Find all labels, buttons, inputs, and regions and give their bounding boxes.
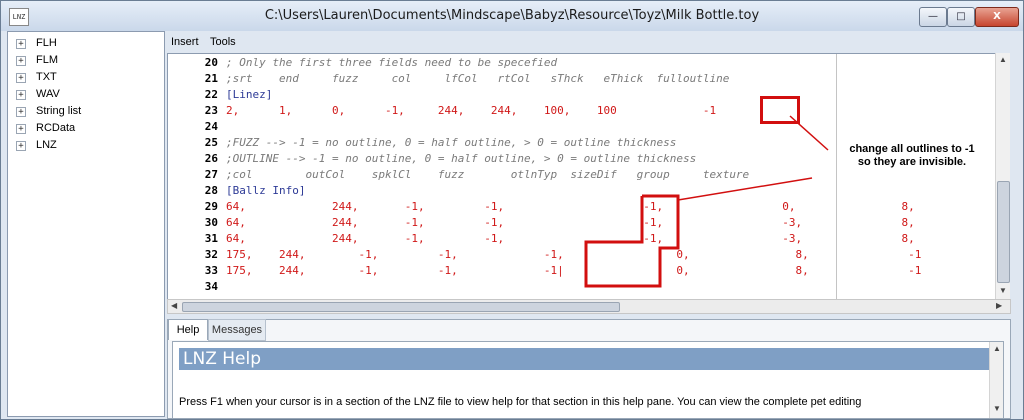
code-line[interactable]: 30 64, 244, -1, -1, -1, -3, 8, [168, 216, 1008, 230]
maximize-button[interactable]: □ [947, 7, 975, 27]
code-line[interactable]: 24 [168, 120, 1008, 134]
tree-item-label: LNZ [36, 139, 57, 151]
expand-icon[interactable]: + [16, 56, 26, 66]
app-window: LNZ C:\Users\Lauren\Documents\Mindscape\… [0, 0, 1024, 420]
line-text: 64, 244, -1, -1, -1, 0, 8, [226, 200, 915, 213]
tree-item-rcdata[interactable]: + RCData [16, 121, 156, 137]
code-line[interactable]: 27 ;col outCol spklCl fuzz otlnTyp sizeDi… [168, 168, 1008, 182]
expand-icon[interactable]: + [16, 124, 26, 134]
scroll-left-icon[interactable]: ◀ [171, 301, 177, 310]
help-heading: LNZ Help [179, 348, 995, 370]
tree-item-flh[interactable]: + FLH [16, 36, 156, 52]
code-line[interactable]: 22 [Linez] [168, 88, 1008, 102]
line-number: 28 [204, 184, 218, 197]
code-editor[interactable]: 20 ; Only the first three fields need to … [167, 53, 1009, 301]
line-number: 20 [204, 56, 218, 69]
help-text: Press F1 when your cursor is in a sectio… [179, 396, 862, 408]
scroll-up-icon[interactable]: ▲ [999, 55, 1007, 64]
line-number: 26 [204, 152, 218, 165]
scroll-right-icon[interactable]: ▶ [996, 301, 1002, 310]
line-text: ;col outCol spklCl fuzz otlnTyp sizeDif … [226, 168, 750, 181]
scroll-down-icon[interactable]: ▼ [999, 286, 1007, 295]
code-line[interactable]: 31 64, 244, -1, -1, -1, -3, 8, [168, 232, 1008, 246]
line-number: 21 [204, 72, 218, 85]
expand-icon[interactable]: + [16, 107, 26, 117]
expand-icon[interactable]: + [16, 141, 26, 151]
line-text: ;srt end fuzz col lfCol rtCol sThck eThi… [226, 72, 730, 85]
line-number: 25 [204, 136, 218, 149]
line-text: 2, 1, 0, -1, 244, 244, 100, 100 -1 [226, 104, 717, 117]
line-number: 27 [204, 168, 218, 181]
scroll-thumb[interactable] [997, 181, 1010, 283]
code-line[interactable]: 23 2, 1, 0, -1, 244, 244, 100, 100 -1 [168, 104, 1008, 118]
expand-icon[interactable]: + [16, 39, 26, 49]
code-line[interactable]: 29 64, 244, -1, -1, -1, 0, 8, [168, 200, 1008, 214]
line-number: 34 [204, 280, 218, 293]
line-number: 30 [204, 216, 218, 229]
line-text: ;OUTLINE --> -1 = no outline, 0 = half o… [226, 152, 697, 165]
editor-vertical-scrollbar[interactable]: ▲ ▼ [995, 53, 1010, 299]
annotation-highlight-box [760, 96, 800, 124]
code-line[interactable]: 34 [168, 280, 1008, 294]
line-number: 31 [204, 232, 218, 245]
scroll-thumb[interactable] [182, 302, 620, 312]
code-line[interactable]: 32 175, 244, -1, -1, -1, 0, 8, -1 [168, 248, 1008, 262]
tab-messages[interactable]: Messages [208, 319, 266, 341]
close-button[interactable]: X [975, 7, 1019, 27]
expand-icon[interactable]: + [16, 73, 26, 83]
code-line[interactable]: 21 ;srt end fuzz col lfCol rtCol sThck eT… [168, 72, 1008, 86]
line-text: 64, 244, -1, -1, -1, -3, 8, [226, 232, 915, 245]
tree-item-label: TXT [36, 71, 57, 83]
resource-tree: + FLH + FLM + TXT + WAV + String list + … [7, 31, 165, 417]
line-number: 24 [204, 120, 218, 133]
line-text: [Linez] [226, 88, 273, 101]
help-panel: Help Messages LNZ Help Press F1 when you… [167, 319, 1011, 419]
tab-help[interactable]: Help [168, 319, 208, 340]
help-vertical-scrollbar[interactable]: ▲ ▼ [989, 342, 1003, 418]
annotation-note-line-2: so they are invisible. [857, 156, 967, 168]
menu-tools[interactable]: Tools [210, 36, 236, 48]
help-content: LNZ Help Press F1 when your cursor is in… [172, 341, 1004, 419]
line-text: 64, 244, -1, -1, -1, -3, 8, [226, 216, 915, 229]
annotation-note-line-1: change all outlines to -1 [849, 143, 975, 155]
tree-item-wav[interactable]: + WAV [16, 87, 156, 103]
line-text: 175, 244, -1, -1, -1| 0, 8, -1 [226, 264, 922, 277]
scroll-up-icon[interactable]: ▲ [993, 344, 1001, 353]
code-line[interactable]: 28 [Ballz Info] [168, 184, 1008, 198]
tree-item-label: RCData [36, 122, 76, 134]
line-text: ; Only the first three fields need to be… [226, 56, 558, 69]
tree-item-string-list[interactable]: + String list [16, 104, 156, 120]
line-text: 175, 244, -1, -1, -1, 0, 8, -1 [226, 248, 922, 261]
line-number: 32 [204, 248, 218, 261]
menu-insert[interactable]: Insert [171, 36, 199, 48]
line-number: 23 [204, 104, 218, 117]
tree-item-flm[interactable]: + FLM [16, 53, 156, 69]
tree-item-label: String list [36, 105, 82, 117]
tree-item-label: FLH [36, 37, 57, 49]
line-text: [Ballz Info] [226, 184, 306, 197]
tree-item-label: WAV [36, 88, 60, 100]
editor-horizontal-scrollbar[interactable]: ◀ ▶ [167, 299, 1011, 314]
code-line[interactable]: 33 175, 244, -1, -1, -1| 0, 8, -1 [168, 264, 1008, 278]
title-bar[interactable]: LNZ C:\Users\Lauren\Documents\Mindscape\… [1, 1, 1023, 31]
line-number: 33 [204, 264, 218, 277]
tree-item-txt[interactable]: + TXT [16, 70, 156, 86]
code-line[interactable]: 20 ; Only the first three fields need to … [168, 56, 1008, 70]
annotation-note: change all outlines to -1 so they are in… [802, 143, 1022, 169]
tree-item-label: FLM [36, 54, 58, 66]
line-number: 29 [204, 200, 218, 213]
scroll-down-icon[interactable]: ▼ [993, 404, 1001, 413]
line-text: ;FUZZ --> -1 = no outline, 0 = half outl… [226, 136, 677, 149]
window-title: C:\Users\Lauren\Documents\Mindscape\Baby… [264, 8, 760, 23]
tree-item-lnz[interactable]: + LNZ [16, 138, 156, 154]
expand-icon[interactable]: + [16, 90, 26, 100]
minimize-button[interactable]: — [919, 7, 947, 27]
line-number: 22 [204, 88, 218, 101]
